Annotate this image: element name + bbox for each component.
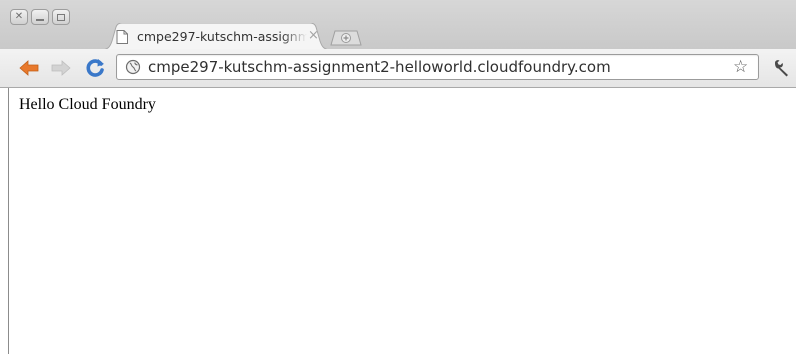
address-text[interactable]: cmpe297-kutschm-assignment2-helloworld.c… (148, 58, 611, 76)
window-close-button[interactable]: ✕ (10, 9, 28, 25)
tab-close-icon[interactable]: × (308, 28, 319, 43)
address-bar[interactable]: cmpe297-kutschm-assignment2-helloworld.c… (116, 54, 759, 80)
page-text: Hello Cloud Foundry (19, 96, 156, 113)
browser-tab[interactable]: cmpe297-kutschm-assignment2-helloworld.c… (100, 23, 332, 50)
page-icon (116, 30, 128, 44)
wrench-icon[interactable] (772, 59, 792, 77)
back-arrow-icon[interactable] (18, 58, 40, 78)
page-content: Hello Cloud Foundry (0, 88, 796, 354)
tab-title: cmpe297-kutschm-assignment2-helloworld.c… (137, 29, 307, 44)
maximize-icon (57, 13, 65, 21)
window-border (8, 88, 9, 354)
new-tab-button[interactable] (330, 30, 362, 46)
window-minimize-button[interactable] (31, 9, 49, 25)
window-maximize-button[interactable] (52, 9, 70, 25)
browser-window: ✕ cmpe297-kutschm-assignment2-helloworld… (0, 0, 796, 354)
reload-icon[interactable] (84, 58, 106, 78)
minimize-icon (36, 19, 44, 21)
tab-strip: ✕ cmpe297-kutschm-assignment2-helloworld… (0, 0, 796, 50)
globe-icon (125, 59, 141, 75)
forward-arrow-icon[interactable] (50, 58, 72, 78)
bookmark-star-icon[interactable]: ☆ (733, 57, 748, 77)
navigation-toolbar: cmpe297-kutschm-assignment2-helloworld.c… (0, 49, 796, 88)
